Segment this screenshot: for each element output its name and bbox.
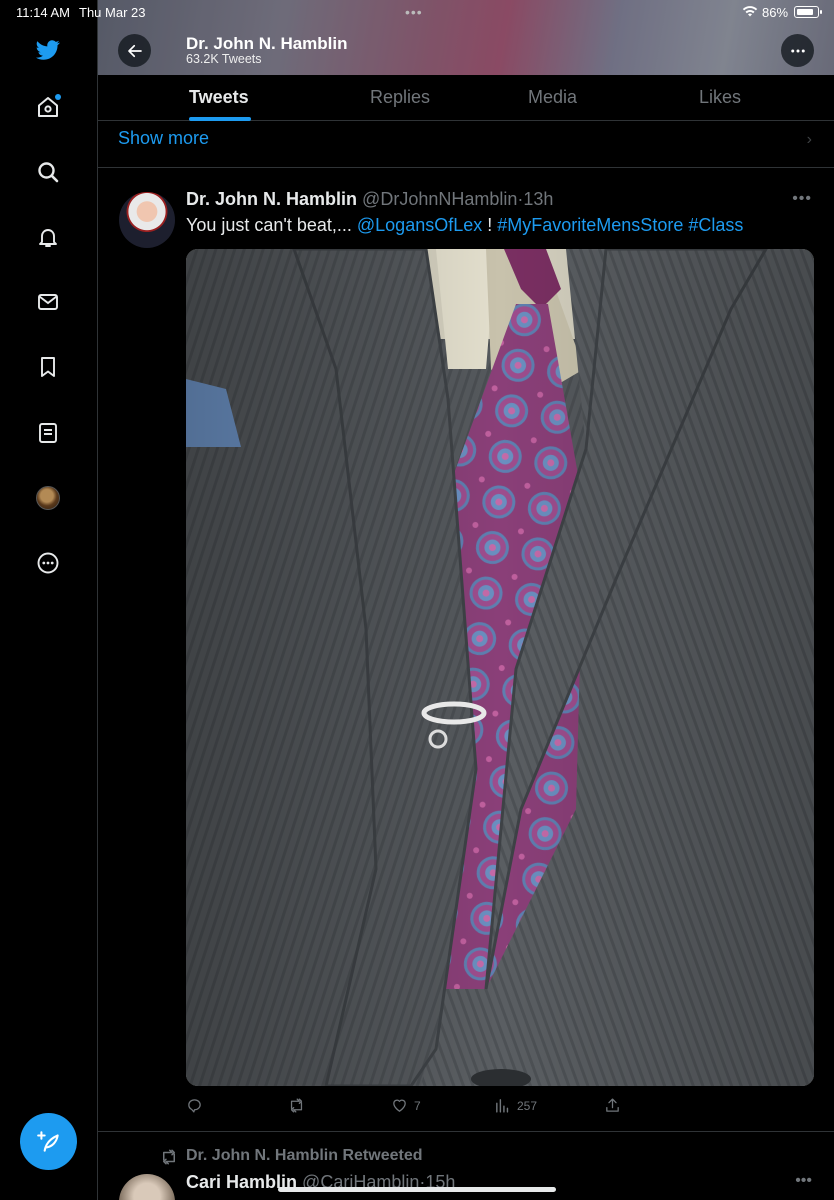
bookmark-icon[interactable] bbox=[35, 354, 61, 380]
tweet-avatar[interactable] bbox=[119, 192, 175, 248]
more-circle-icon[interactable] bbox=[35, 550, 61, 576]
mail-icon[interactable] bbox=[35, 289, 61, 315]
tab-likes[interactable]: Likes bbox=[699, 87, 741, 108]
tweet[interactable]: Dr. John N. Hamblin @DrJohnNHamblin·13h … bbox=[98, 168, 834, 1132]
lists-icon[interactable] bbox=[35, 420, 61, 446]
header-name: Dr. John N. Hamblin bbox=[186, 34, 348, 53]
retweet-button[interactable] bbox=[288, 1097, 311, 1114]
like-count: 7 bbox=[414, 1098, 421, 1113]
twitter-logo-icon[interactable] bbox=[35, 37, 61, 63]
share-button[interactable] bbox=[604, 1097, 621, 1114]
retweet-icon bbox=[290, 1098, 303, 1113]
tweet-photo[interactable] bbox=[186, 249, 814, 1086]
tweet-mention-link[interactable]: @LogansOfLex bbox=[357, 215, 482, 235]
tweet-time[interactable]: 13h bbox=[523, 189, 553, 209]
analytics-icon bbox=[496, 1099, 509, 1113]
tweet-more-icon[interactable]: ••• bbox=[792, 190, 812, 208]
status-date: Thu Mar 23 bbox=[79, 5, 146, 20]
notification-dot bbox=[55, 94, 61, 100]
tab-replies[interactable]: Replies bbox=[370, 87, 430, 108]
retweeted-by-label: Dr. John N. Hamblin Retweeted bbox=[186, 1147, 423, 1164]
compose-button[interactable] bbox=[20, 1113, 77, 1170]
status-bar: 11:14 AM Thu Mar 23 ••• 86% bbox=[0, 0, 834, 24]
chevron-right-icon: › bbox=[806, 131, 812, 148]
show-more-link[interactable]: Show more bbox=[118, 128, 209, 149]
next-tweet-more-icon[interactable]: ••• bbox=[795, 1172, 812, 1190]
battery-percent: 86% bbox=[762, 5, 789, 20]
tweet-text-mid: ! bbox=[482, 215, 498, 235]
header-more-button[interactable] bbox=[781, 34, 814, 67]
tweet-text-plain: You just can't beat,... bbox=[186, 215, 357, 235]
arrow-left-icon bbox=[127, 44, 142, 57]
bell-icon[interactable] bbox=[35, 224, 61, 250]
tab-tweets[interactable]: Tweets bbox=[189, 87, 249, 108]
tweet-hashtag-link[interactable]: #Class bbox=[688, 215, 743, 235]
tweet-header: Dr. John N. Hamblin @DrJohnNHamblin·13h bbox=[186, 189, 553, 210]
tweet-text: You just can't beat,... @LogansOfLex ! #… bbox=[186, 215, 743, 236]
tweet-author-handle[interactable]: @DrJohnNHamblin bbox=[362, 189, 517, 209]
tab-media[interactable]: Media bbox=[528, 87, 577, 108]
tweet-hashtag-link[interactable]: #MyFavoriteMensStore bbox=[497, 215, 683, 235]
header-tweet-count: 63.2K Tweets bbox=[186, 52, 262, 66]
retweet-icon bbox=[163, 1149, 175, 1165]
tweet-actions: 7 257 bbox=[186, 1097, 814, 1119]
more-horizontal-icon bbox=[790, 49, 805, 52]
search-icon[interactable] bbox=[35, 159, 61, 185]
home-indicator[interactable] bbox=[278, 1187, 556, 1192]
views-button[interactable]: 257 bbox=[494, 1097, 537, 1114]
reply-button[interactable] bbox=[186, 1097, 209, 1114]
home-icon[interactable] bbox=[35, 94, 61, 120]
multitasking-dots-icon[interactable]: ••• bbox=[405, 4, 423, 20]
status-time: 11:14 AM bbox=[16, 5, 70, 20]
compose-feather-icon bbox=[36, 1130, 59, 1152]
views-count: 257 bbox=[517, 1098, 538, 1113]
profile-tabs: Tweets Replies Media Likes bbox=[98, 75, 834, 121]
battery-icon bbox=[794, 6, 822, 18]
heart-icon bbox=[393, 1099, 406, 1112]
like-button[interactable]: 7 bbox=[391, 1097, 421, 1114]
share-icon bbox=[606, 1098, 619, 1112]
tweet-author-name[interactable]: Dr. John N. Hamblin bbox=[186, 189, 357, 209]
profile-avatar[interactable] bbox=[36, 486, 60, 510]
sidebar bbox=[0, 0, 98, 1200]
wifi-icon bbox=[742, 6, 758, 17]
back-button[interactable] bbox=[118, 34, 151, 67]
suit-and-tie-photo bbox=[186, 249, 814, 1086]
reply-icon bbox=[188, 1099, 201, 1113]
show-more-row[interactable]: Show more › bbox=[98, 121, 834, 168]
next-tweet-avatar[interactable] bbox=[119, 1174, 175, 1200]
